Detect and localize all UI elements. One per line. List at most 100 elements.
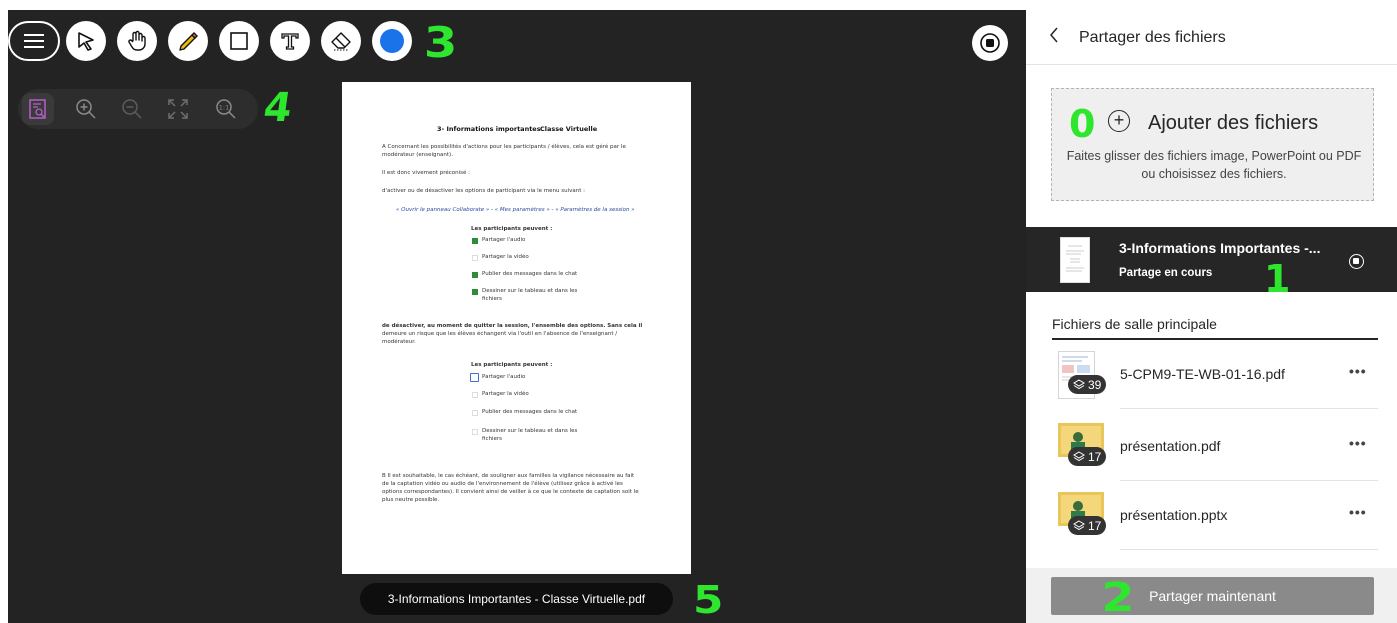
back-button[interactable] xyxy=(1048,26,1060,50)
doc-text-line: A Concernant les possibilités d'actions … xyxy=(382,144,626,150)
checkbox-checked xyxy=(472,238,478,244)
pencil-tool-button[interactable] xyxy=(168,21,208,61)
doc-text-line: Il est donc vivement préconisé : xyxy=(382,170,470,176)
checkbox-unchecked xyxy=(472,255,478,261)
checkbox-unchecked xyxy=(472,392,478,398)
actual-size-button[interactable]: 1:1 xyxy=(210,93,242,125)
color-picker-icon xyxy=(380,29,404,53)
section-divider xyxy=(1052,338,1378,340)
hand-pan-icon xyxy=(128,30,146,51)
document-filename-label: 3-Informations Importantes - Classe Virt… xyxy=(360,583,673,615)
eraser-icon xyxy=(331,32,351,51)
sharing-status: Partage en cours xyxy=(1119,267,1213,279)
zoom-out-button[interactable] xyxy=(116,93,148,125)
page-count: 17 xyxy=(1088,449,1102,464)
select-tool-button[interactable] xyxy=(66,21,106,61)
drop-hint-text: Faites glisser des fichiers image, Power… xyxy=(1066,149,1362,181)
svg-text:1:1: 1:1 xyxy=(219,104,229,112)
zoom-in-button[interactable] xyxy=(70,93,102,125)
file-list-item[interactable]: 39 5-CPM9-TE-WB-01-16.pdf ••• xyxy=(1052,345,1378,409)
menu-icon xyxy=(24,34,44,48)
sharing-file-name: 3-Informations Importantes -... xyxy=(1119,240,1321,256)
sharing-file-thumbnail xyxy=(1060,237,1090,283)
checkbox-unchecked xyxy=(472,410,478,416)
pencil-icon xyxy=(179,32,198,51)
file-drop-zone[interactable]: + Ajouter des fichiers Faites glisser de… xyxy=(1051,88,1374,201)
doc-list-item: Dessiner sur le tableau et dans les xyxy=(482,288,578,294)
doc-text-line: plus neutre possible. xyxy=(382,497,440,503)
currently-sharing-item[interactable]: 3-Informations Importantes -... Partage … xyxy=(1026,227,1397,298)
doc-list-item: Partager l'audio xyxy=(482,374,526,380)
doc-list-item: fichiers xyxy=(482,296,503,302)
chevron-left-icon xyxy=(1050,27,1058,43)
color-picker-button[interactable] xyxy=(372,21,412,61)
zoom-in-icon xyxy=(76,99,96,119)
shape-tool-button[interactable] xyxy=(219,21,259,61)
layers-icon xyxy=(1073,450,1085,461)
annotation-marker-1: 1 xyxy=(1264,257,1291,301)
annotation-marker-5: 5 xyxy=(693,578,724,622)
zoom-toolbar: 1:1 xyxy=(18,89,258,129)
file-name: présentation.pdf xyxy=(1120,438,1221,454)
annotation-marker-4: 4 xyxy=(260,85,296,131)
share-files-panel: Partager des fichiers + Ajouter des fich… xyxy=(1026,0,1397,623)
doc-list-item: Partager l'audio xyxy=(482,237,526,243)
text-tool-button[interactable] xyxy=(270,21,310,61)
more-options-icon[interactable]: ••• xyxy=(1349,435,1367,451)
document-page-preview: 3- Informations importantes Classe Virtu… xyxy=(342,82,691,574)
doc-list-item: Partager la vidéo xyxy=(482,391,529,397)
section-title: Fichiers de salle principale xyxy=(1052,316,1217,332)
whiteboard-stage: 1:1 3 4 5 3- Informations importantes Cl… xyxy=(8,10,1026,623)
doc-text-line: demeure un risque que les élèves échange… xyxy=(382,331,618,337)
more-options-icon[interactable]: ••• xyxy=(1349,504,1367,520)
layers-icon xyxy=(1073,519,1085,530)
file-list-item[interactable]: 17 présentation.pdf ••• xyxy=(1052,417,1378,481)
doc-text-line: de la captation vidéo ou audio de l'envi… xyxy=(382,481,623,487)
page-search-button[interactable] xyxy=(22,93,54,125)
doc-title-right: Classe Virtuelle xyxy=(540,125,598,133)
doc-list-title: Les participants peuvent : xyxy=(471,362,553,368)
row-divider xyxy=(1120,549,1378,550)
pan-tool-button[interactable] xyxy=(117,21,157,61)
row-divider xyxy=(1120,408,1378,409)
checkbox-unchecked xyxy=(472,429,478,435)
add-circle-icon: + xyxy=(1108,110,1130,132)
page-count-badge: 17 xyxy=(1068,447,1107,466)
doc-menu-path: « Ouvrir le panneau Collaborate » - « Me… xyxy=(396,207,635,213)
file-name: présentation.pptx xyxy=(1120,507,1228,523)
fit-screen-button[interactable] xyxy=(162,93,194,125)
doc-title: 3- Informations importantes xyxy=(437,125,541,133)
eraser-tool-button[interactable] xyxy=(321,21,361,61)
doc-text-line: d'activer ou de désactiver les options d… xyxy=(382,188,585,194)
doc-list-item: Partager la vidéo xyxy=(482,254,529,260)
layers-icon xyxy=(1073,378,1085,389)
zoom-out-icon xyxy=(122,99,142,119)
text-icon xyxy=(281,33,299,50)
checkbox-checked xyxy=(472,289,478,295)
file-list-item[interactable]: 17 présentation.pptx ••• xyxy=(1052,486,1378,550)
row-divider xyxy=(1120,480,1378,481)
stop-sharing-file-icon[interactable] xyxy=(1349,254,1364,269)
annotation-marker-0: 0 xyxy=(1069,102,1096,146)
checkbox-checked xyxy=(472,272,478,278)
file-name: 5-CPM9-TE-WB-01-16.pdf xyxy=(1120,366,1285,382)
panel-title: Partager des fichiers xyxy=(1079,29,1226,46)
panel-header: Partager des fichiers xyxy=(1026,0,1397,65)
doc-text-line: modérateur (enseignant). xyxy=(382,152,453,158)
annotation-marker-2: 2 xyxy=(1101,575,1135,621)
doc-text-line: B Il est souhaitable, le cas échéant, de… xyxy=(382,473,635,479)
doc-list-item: Publier des messages dans le chat xyxy=(482,409,578,415)
panel-footer: Partager maintenant 2 xyxy=(1026,568,1397,623)
add-files-label[interactable]: Ajouter des fichiers xyxy=(1148,112,1318,135)
checkbox-focused xyxy=(470,373,479,382)
doc-list-item: fichiers xyxy=(482,436,503,442)
share-now-button[interactable]: Partager maintenant xyxy=(1051,577,1374,615)
page-count: 39 xyxy=(1088,377,1102,392)
more-options-icon[interactable]: ••• xyxy=(1349,363,1367,379)
doc-list-title: Les participants peuvent : xyxy=(471,226,553,232)
doc-text-line: options correspondantes). Il convient ai… xyxy=(382,489,639,495)
annotation-marker-3: 3 xyxy=(423,18,458,67)
menu-button[interactable] xyxy=(8,21,60,61)
page-count-badge: 39 xyxy=(1068,375,1107,394)
stop-sharing-button[interactable] xyxy=(972,25,1008,61)
